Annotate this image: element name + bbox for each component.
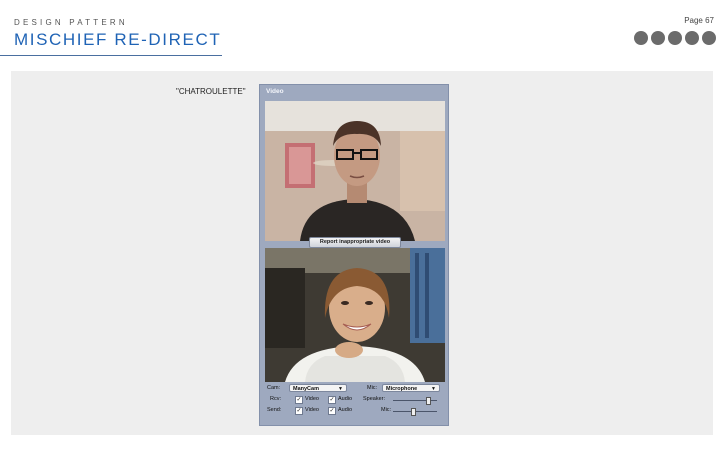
progress-dots <box>634 31 716 45</box>
media-controls: Cam: ManyCam ▼ Mic: Microphone ▼ Rcv: ✓ … <box>265 384 445 422</box>
camera-select[interactable]: ManyCam ▼ <box>289 384 347 392</box>
send-audio-label: Audio <box>338 407 353 413</box>
send-video-label: Video <box>305 407 319 413</box>
page-number: Page 67 <box>684 16 714 25</box>
dot-2 <box>651 31 665 45</box>
rcv-label: Rcv: <box>270 396 281 402</box>
local-video <box>265 248 445 382</box>
rcv-audio-label: Audio <box>338 396 353 402</box>
title-underline <box>0 55 222 56</box>
mic-level-label: Mic: <box>381 407 392 413</box>
send-label: Send: <box>267 407 282 413</box>
section-kicker: DESIGN PATTERN <box>14 18 128 27</box>
page-title: MISCHIEF RE-DIRECT <box>14 30 222 49</box>
chevron-down-icon: ▼ <box>431 386 436 392</box>
rcv-video-checkbox[interactable]: ✓ <box>295 396 303 404</box>
dot-3 <box>668 31 682 45</box>
window-title: Video <box>266 88 284 95</box>
speaker-label: Speaker: <box>363 396 386 402</box>
microphone-select-value: Microphone <box>386 386 418 392</box>
send-video-checkbox[interactable]: ✓ <box>295 407 303 415</box>
remote-video <box>265 101 445 241</box>
microphone-select[interactable]: Microphone ▼ <box>382 384 440 392</box>
cam-label: Cam: <box>267 385 281 391</box>
rcv-audio-checkbox[interactable]: ✓ <box>328 396 336 404</box>
report-inappropriate-button[interactable]: Report inappropriate video <box>309 237 401 248</box>
mic-label: Mic: <box>367 385 378 391</box>
dot-4 <box>685 31 699 45</box>
dot-1 <box>634 31 648 45</box>
dot-5 <box>702 31 716 45</box>
chevron-down-icon: ▼ <box>338 386 343 392</box>
video-chat-window: Video Report inappropriate video Cam: Ma… <box>259 84 449 426</box>
send-audio-checkbox[interactable]: ✓ <box>328 407 336 415</box>
mic-slider-thumb[interactable] <box>410 408 416 416</box>
speaker-slider-thumb[interactable] <box>426 397 432 405</box>
example-caption: "CHATROULETTE" <box>176 87 246 96</box>
rcv-video-label: Video <box>305 396 319 402</box>
camera-select-value: ManyCam <box>293 386 319 392</box>
